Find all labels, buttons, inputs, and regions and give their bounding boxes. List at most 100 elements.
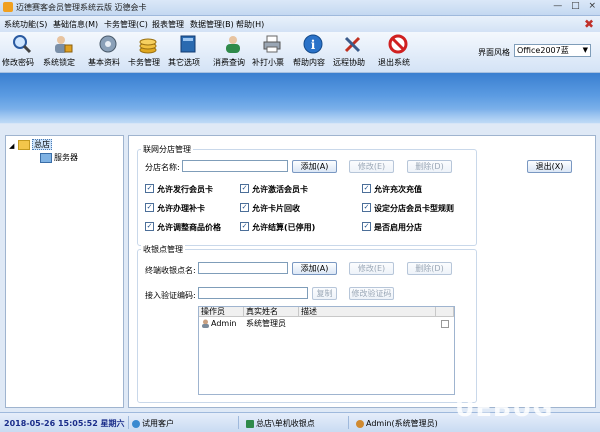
terminal-group-title: 收银点管理 <box>141 244 185 255</box>
menu-bar: 系统功能(S) 基础信息(M) 卡务管理(C) 报表管理 数据管理(B) 帮助(… <box>0 16 600 32</box>
user-icon <box>356 419 364 428</box>
info-icon: i <box>302 34 324 54</box>
opt-activate-card[interactable]: ✓ 允许激活会员卡 <box>240 184 308 195</box>
status-datetime: 2018-05-26 15:05:52 星期六 <box>4 419 125 428</box>
opt-recharge[interactable]: ✓ 允许充次充值 <box>362 184 422 195</box>
system-lock-button[interactable]: 系统锁定 <box>43 34 83 70</box>
card-management-button[interactable]: 卡务管理 <box>128 34 168 70</box>
close-mdi-icon[interactable]: ✖ <box>584 17 594 31</box>
menu-data[interactable]: 数据管理(B) <box>190 19 234 30</box>
theme-select[interactable]: Office2007蓝 ▼ <box>514 44 591 57</box>
operator-table: 操作员 真实姓名 描述 Admin 系统管理员 <box>198 306 455 395</box>
checkbox-checked-icon: ✓ <box>145 184 154 193</box>
checkbox-checked-icon: ✓ <box>145 222 154 231</box>
col-extra <box>436 307 454 317</box>
maximize-button[interactable]: □ <box>571 1 580 11</box>
col-description[interactable]: 描述 <box>299 307 436 317</box>
tools-icon <box>342 34 364 54</box>
opt-replace-card[interactable]: ✓ 允许办理补卡 <box>145 203 205 214</box>
change-password-button[interactable]: 修改密码 <box>2 34 42 70</box>
chevron-down-icon: ▼ <box>582 46 588 54</box>
status-customer: 试用客户 <box>132 418 174 429</box>
opt-settlement[interactable]: ✓ 允许结算(已停用) <box>240 222 315 233</box>
help-content-button[interactable]: i 帮助内容 <box>293 34 333 70</box>
reprint-receipt-button[interactable]: 补打小票 <box>252 34 292 70</box>
row-avatar-icon <box>201 319 210 330</box>
window-title: 迈德赛客会员管理系统云版 迈德会卡 <box>16 3 147 12</box>
opt-adjust-price[interactable]: ✓ 允许调整商品价格 <box>145 222 221 233</box>
gear-icon <box>97 34 119 54</box>
status-divider <box>238 416 239 429</box>
terminal-name-label: 终端收银点名: <box>145 266 196 275</box>
exit-system-button[interactable]: 退出系统 <box>378 34 418 70</box>
status-divider <box>128 416 129 429</box>
toolbar: 修改密码 系统锁定 基本资料 卡务管理 其它选项 消费查询 补打小票 i 帮助内… <box>0 32 600 73</box>
title-bar: 迈德赛客会员管理系统云版 迈德会卡 — □ × <box>0 0 600 16</box>
terminal-edit-button[interactable]: 修改(E) <box>349 262 394 275</box>
header-banner <box>0 73 600 123</box>
menu-basic-info[interactable]: 基础信息(M) <box>53 19 98 30</box>
cell-operator: Admin <box>211 319 237 328</box>
checkbox-checked-icon: ✓ <box>240 203 249 212</box>
checkbox-checked-icon: ✓ <box>362 203 371 212</box>
branch-delete-button[interactable]: 删除(D) <box>407 160 452 173</box>
window-controls: — □ × <box>547 1 596 11</box>
terminal-name-input[interactable] <box>198 262 288 274</box>
checkbox-checked-icon: ✓ <box>362 184 371 193</box>
minimize-button[interactable]: — <box>553 1 562 11</box>
other-options-button[interactable]: 其它选项 <box>168 34 208 70</box>
remote-assist-button[interactable]: 远程协助 <box>333 34 373 70</box>
coins-icon <box>137 34 159 54</box>
lock-user-icon <box>52 34 74 54</box>
menu-help[interactable]: 帮助(H) <box>236 19 264 30</box>
svg-text:i: i <box>311 38 316 52</box>
verify-code-label: 接入验证编码: <box>145 291 196 300</box>
customer-icon <box>132 419 140 428</box>
menu-card-affairs[interactable]: 卡务管理(C) <box>104 19 148 30</box>
app-icon <box>3 2 13 12</box>
consumption-query-button[interactable]: 消费查询 <box>213 34 253 70</box>
user-icon <box>222 34 244 54</box>
branch-edit-button[interactable]: 修改(E) <box>349 160 394 173</box>
menu-reports[interactable]: 报表管理 <box>152 19 184 30</box>
magnifier-icon <box>11 34 33 54</box>
folder-icon <box>18 139 30 150</box>
tree-node-root[interactable]: 总店 <box>18 139 52 150</box>
verify-code-input[interactable] <box>198 287 308 299</box>
computer-icon <box>246 419 254 428</box>
status-divider <box>348 416 349 429</box>
close-window-button[interactable]: × <box>588 1 596 11</box>
checkbox-checked-icon: ✓ <box>240 184 249 193</box>
change-code-button[interactable]: 修改验证码 <box>349 287 394 300</box>
basic-info-button[interactable]: 基本资料 <box>88 34 128 70</box>
checkbox-checked-icon: ✓ <box>145 203 154 212</box>
exit-button[interactable]: 退出(X) <box>527 160 572 173</box>
branch-add-button[interactable]: 添加(A) <box>292 160 337 173</box>
branch-name-input[interactable] <box>182 160 288 172</box>
checkbox-checked-icon: ✓ <box>240 222 249 231</box>
stop-icon <box>387 34 409 54</box>
branch-name-label: 分店名称: <box>145 163 180 172</box>
col-real-name[interactable]: 真实姓名 <box>244 307 299 317</box>
row-checkbox[interactable] <box>441 320 449 328</box>
opt-issue-card[interactable]: ✓ 允许发行会员卡 <box>145 184 213 195</box>
opt-enable-branch[interactable]: ✓ 是否启用分店 <box>362 222 422 233</box>
book-icon <box>177 34 199 54</box>
cell-real-name: 系统管理员 <box>246 319 286 328</box>
watermark-logo: UEBUG <box>455 394 554 422</box>
terminal-add-button[interactable]: 添加(A) <box>292 262 337 275</box>
tree-node-server[interactable]: 服务器 <box>40 152 78 163</box>
printer-icon <box>261 34 283 54</box>
status-user: Admin(系统管理员) <box>356 418 438 429</box>
col-operator[interactable]: 操作员 <box>199 307 244 317</box>
main-panel: 联网分店管理 分店名称: 添加(A) 修改(E) 删除(D) 退出(X) ✓ 允许… <box>128 135 596 408</box>
checkbox-checked-icon: ✓ <box>362 222 371 231</box>
copy-button[interactable]: 复制 <box>312 287 337 300</box>
terminal-delete-button[interactable]: 删除(D) <box>407 262 452 275</box>
menu-system[interactable]: 系统功能(S) <box>4 19 47 30</box>
opt-recycle-card[interactable]: ✓ 允许卡片回收 <box>240 203 300 214</box>
opt-card-type-rules[interactable]: ✓ 设定分店会员卡型规则 <box>362 203 454 214</box>
tree-collapse-icon[interactable]: ◢ <box>9 142 14 150</box>
theme-select-value: Office2007蓝 <box>517 46 569 55</box>
theme-label: 界面风格 <box>478 48 510 57</box>
